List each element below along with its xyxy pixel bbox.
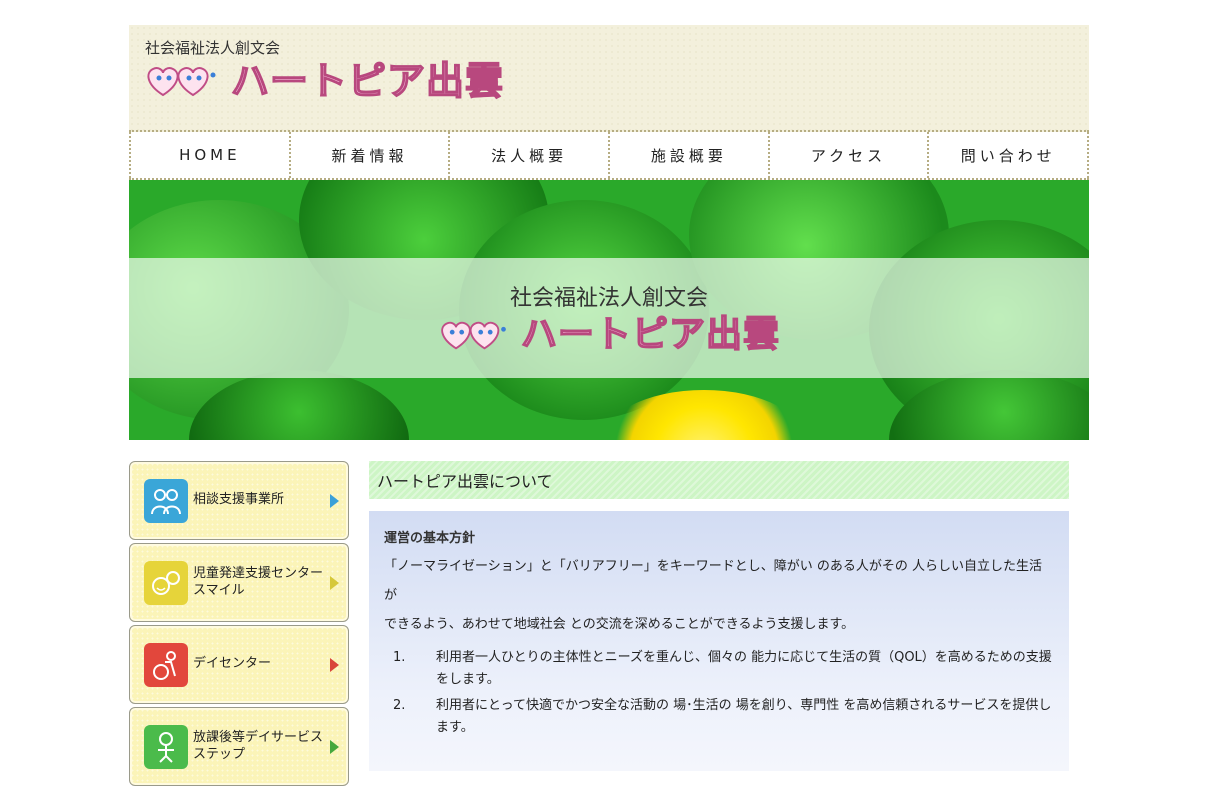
heart-faces-icon	[147, 67, 216, 97]
policy-text: 利用者にとって快適でかつ安全な活動の 場･生活の 場を創り、専門性 を高め信頼さ…	[436, 698, 1052, 735]
sidebar-item-consultation[interactable]: 相談支援事業所	[129, 461, 349, 540]
nav-news[interactable]: 新着情報	[288, 132, 449, 178]
heart-faces-icon	[441, 321, 506, 350]
site-logo[interactable]: ハートピア出雲	[143, 61, 504, 101]
org-name: 社会福祉法人創文会	[145, 39, 281, 57]
consultation-icon	[144, 479, 188, 523]
hero-site-title: ハートピア出雲	[520, 314, 781, 355]
site-header: 社会福祉法人創文会 ハートピア出雲	[129, 25, 1089, 132]
policy-item: 2. 利用者にとって快適でかつ安全な活動の 場･生活の 場を創り、専門性 を高め…	[384, 695, 1053, 739]
main-nav: HOME 新着情報 法人概要 施設概要 アクセス 問い合わせ	[129, 132, 1090, 180]
arrow-right-icon	[330, 576, 339, 590]
policy-intro-line: 「ノーマライゼーション」と「バリアフリー」をキーワードとし、障がい のある人がそ…	[384, 559, 1043, 603]
sidebar-item-label: 児童発達支援センター スマイル	[193, 566, 324, 598]
hero-banner: 社会福祉法人創文会 ハートピア出雲	[129, 180, 1089, 440]
smile-children-icon	[144, 561, 188, 605]
sidebar-item-step[interactable]: 放課後等デイサービス ステップ	[129, 707, 349, 786]
policy-list: 1. 利用者一人ひとりの主体性とニーズを重んじ、個々の 能力に応じて生活の質（Q…	[384, 647, 1053, 739]
policy-intro: 「ノーマライゼーション」と「バリアフリー」をキーワードとし、障がい のある人がそ…	[384, 552, 1053, 639]
hero-logo: ハートピア出雲	[437, 316, 780, 354]
nav-access[interactable]: アクセス	[767, 132, 928, 178]
nav-contact[interactable]: 問い合わせ	[927, 132, 1090, 178]
site-container: 社会福祉法人創文会 ハートピア出雲 HOME 新着情報 法人概要 施設概要 アク…	[129, 25, 1090, 786]
main-content: ハートピア出雲について 運営の基本方針 「ノーマライゼーション」と「バリアフリー…	[369, 461, 1069, 771]
site-title: ハートピア出雲	[230, 59, 505, 103]
policy-number: 2.	[393, 698, 406, 713]
sidebar: 相談支援事業所 児童発達支援センター スマイル デイセンター 放課後等デイサービ…	[129, 461, 349, 789]
sidebar-item-label: 相談支援事業所	[193, 492, 285, 508]
sidebar-item-label: デイセンター	[193, 656, 272, 672]
nav-home[interactable]: HOME	[129, 132, 289, 178]
policy-intro-line: できるよう、あわせて地域社会 との交流を深めることができるよう支援します。	[384, 617, 855, 632]
policy-number: 1.	[393, 650, 406, 665]
content-area: 相談支援事業所 児童発達支援センター スマイル デイセンター 放課後等デイサービ…	[129, 440, 1089, 786]
child-step-icon	[144, 725, 188, 769]
sidebar-item-smile[interactable]: 児童発達支援センター スマイル	[129, 543, 349, 622]
policy-text: 利用者一人ひとりの主体性とニーズを重んじ、個々の 能力に応じて生活の質（QOL）…	[436, 650, 1052, 687]
sidebar-item-daycenter[interactable]: デイセンター	[129, 625, 349, 704]
hero-title-band: 社会福祉法人創文会 ハートピア出雲	[129, 258, 1089, 378]
nav-corporation[interactable]: 法人概要	[448, 132, 609, 178]
arrow-right-icon	[330, 494, 339, 508]
policy-panel: 運営の基本方針 「ノーマライゼーション」と「バリアフリー」をキーワードとし、障が…	[369, 511, 1069, 771]
policy-item: 1. 利用者一人ひとりの主体性とニーズを重んじ、個々の 能力に応じて生活の質（Q…	[384, 647, 1053, 691]
sidebar-item-label: 放課後等デイサービス ステップ	[193, 730, 324, 762]
arrow-right-icon	[330, 658, 339, 672]
wheelchair-icon	[144, 643, 188, 687]
section-title: ハートピア出雲について	[369, 461, 1069, 501]
policy-heading: 運営の基本方針	[384, 531, 476, 546]
nav-facilities[interactable]: 施設概要	[608, 132, 768, 178]
hero-org-name: 社会福祉法人創文会	[509, 286, 708, 311]
arrow-right-icon	[330, 740, 339, 754]
